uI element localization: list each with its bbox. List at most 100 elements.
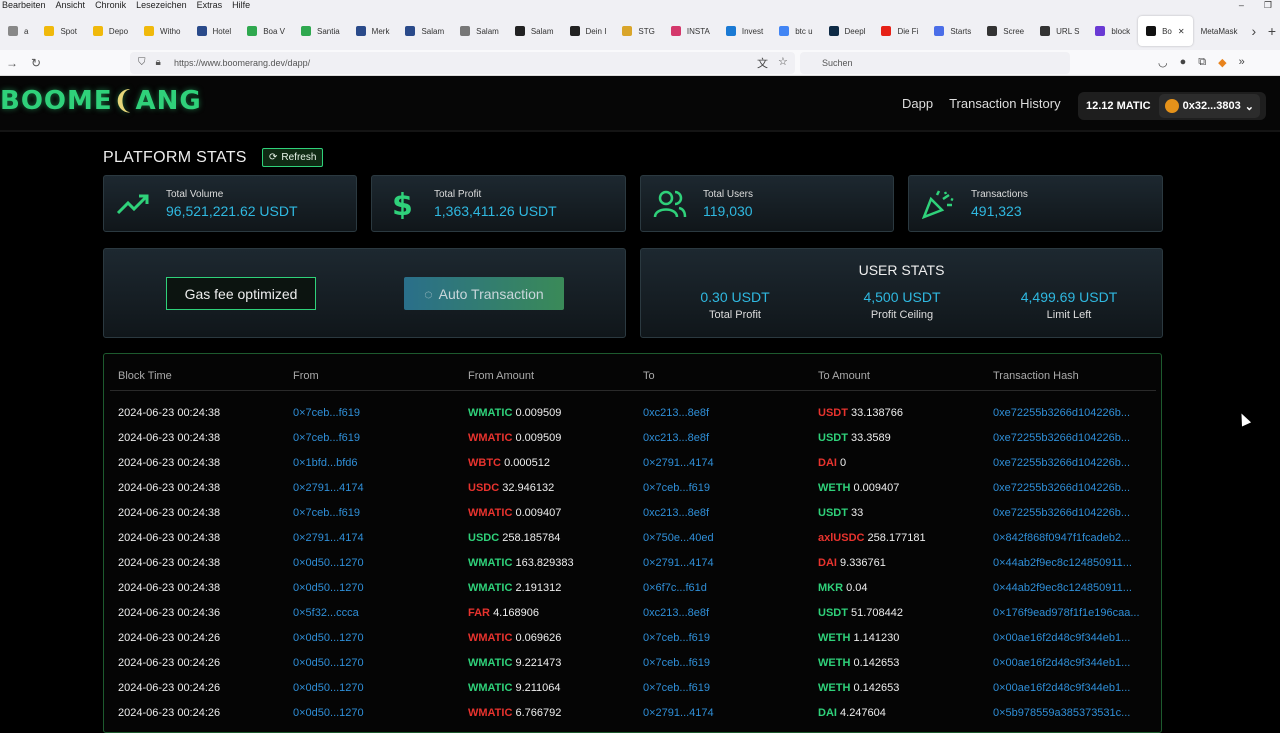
to-address-link[interactable]: 0×2791...4174: [635, 557, 810, 569]
transaction-hash-link[interactable]: 0xe72255b3266d104226b...: [985, 507, 1156, 519]
to-address-link[interactable]: 0×7ceb...f619: [635, 657, 810, 669]
browser-tab[interactable]: Die Fi: [873, 16, 926, 46]
url-bar[interactable]: https://www.boomerang.dev/dapp/: [130, 52, 795, 74]
browser-tab[interactable]: STG: [614, 16, 662, 46]
transaction-hash-link[interactable]: 0xe72255b3266d104226b...: [985, 432, 1156, 444]
nav-dapp[interactable]: Dapp: [902, 96, 933, 111]
to-address-link[interactable]: 0xc213...8e8f: [635, 607, 810, 619]
to-address-link[interactable]: 0×2791...4174: [635, 707, 810, 719]
auto-transaction-button[interactable]: ◌ Auto Transaction: [404, 277, 564, 310]
column-header[interactable]: From Amount: [460, 362, 635, 390]
from-address-link[interactable]: 0×7ceb...f619: [285, 432, 460, 444]
menu-item[interactable]: Lesezeichen: [136, 0, 187, 12]
tab-scroll-and-new-tab-icon[interactable]: › +: [1252, 23, 1277, 39]
boomerang-logo[interactable]: BOOME❨ANG: [0, 86, 202, 116]
browser-tab[interactable]: Spot: [36, 16, 84, 46]
metamask-icon[interactable]: ◆: [1218, 56, 1226, 69]
from-address-link[interactable]: 0×5f32...ccca: [285, 607, 460, 619]
browser-tab[interactable]: Witho: [136, 16, 188, 46]
nav-transaction-history[interactable]: Transaction History: [949, 96, 1061, 111]
column-header[interactable]: Transaction Hash: [985, 362, 1156, 390]
minimize-icon[interactable]: –: [1239, 0, 1244, 12]
overflow-menu-icon[interactable]: »: [1239, 56, 1245, 69]
from-address-link[interactable]: 0×0d50...1270: [285, 557, 460, 569]
extensions-icon[interactable]: ⧉: [1198, 56, 1206, 69]
transaction-hash-link[interactable]: 0xe72255b3266d104226b...: [985, 407, 1156, 419]
from-address-link[interactable]: 0×0d50...1270: [285, 582, 460, 594]
transaction-hash-link[interactable]: 0×44ab2f9ec8c124850911...: [985, 557, 1156, 569]
browser-tab[interactable]: MetaMask: [1193, 16, 1246, 46]
from-address-link[interactable]: 0×2791...4174: [285, 532, 460, 544]
column-header[interactable]: To: [635, 362, 810, 390]
browser-tab[interactable]: Santia: [293, 16, 348, 46]
to-address-link[interactable]: 0×750e...40ed: [635, 532, 810, 544]
browser-tab[interactable]: Depo: [85, 16, 136, 46]
to-address-link[interactable]: 0×6f7c...f61d: [635, 582, 810, 594]
browser-tab[interactable]: Salam: [397, 16, 452, 46]
gas-fee-optimized-button[interactable]: Gas fee optimized: [166, 277, 316, 310]
browser-tab[interactable]: Starts: [926, 16, 979, 46]
column-header[interactable]: From: [285, 362, 460, 390]
wallet-widget[interactable]: 12.12 MATIC 0x32...3803 ⌄: [1078, 92, 1266, 120]
to-address-link[interactable]: 0xc213...8e8f: [635, 432, 810, 444]
from-address-link[interactable]: 0×1bfd...bfd6: [285, 457, 460, 469]
browser-tab[interactable]: btc u: [771, 16, 820, 46]
from-address-link[interactable]: 0×7ceb...f619: [285, 407, 460, 419]
search-input[interactable]: Suchen: [800, 52, 1070, 74]
shield-icon[interactable]: ⛉: [138, 57, 146, 68]
browser-tab[interactable]: INSTA: [663, 16, 718, 46]
browser-tab[interactable]: Deepl: [821, 16, 874, 46]
menu-item[interactable]: Hilfe: [232, 0, 250, 12]
menu-item[interactable]: Extras: [197, 0, 223, 12]
pocket-icon[interactable]: ◡: [1158, 56, 1168, 69]
to-address-link[interactable]: 0×2791...4174: [635, 457, 810, 469]
menu-item[interactable]: Bearbeiten: [2, 0, 46, 12]
to-address-link[interactable]: 0×7ceb...f619: [635, 682, 810, 694]
from-address-link[interactable]: 0×0d50...1270: [285, 707, 460, 719]
to-address-link[interactable]: 0×7ceb...f619: [635, 632, 810, 644]
browser-tab[interactable]: Invest: [718, 16, 771, 46]
restore-icon[interactable]: ❐: [1264, 0, 1272, 12]
to-address-link[interactable]: 0xc213...8e8f: [635, 407, 810, 419]
menu-item[interactable]: Ansicht: [56, 0, 86, 12]
close-tab-icon[interactable]: ✕: [1178, 27, 1185, 36]
transaction-hash-link[interactable]: 0×176f9ead978f1f1e196caa...: [985, 607, 1156, 619]
browser-tab[interactable]: a: [0, 16, 36, 46]
browser-tab[interactable]: Salam: [452, 16, 507, 46]
menu-item[interactable]: Chronik: [95, 0, 126, 12]
browser-tab[interactable]: Boa V: [239, 16, 293, 46]
browser-tab[interactable]: Salam: [507, 16, 562, 46]
to-address-link[interactable]: 0xc213...8e8f: [635, 507, 810, 519]
profile-icon[interactable]: ●: [1180, 56, 1187, 69]
transaction-hash-link[interactable]: 0xe72255b3266d104226b...: [985, 482, 1156, 494]
browser-tab[interactable]: Scree: [979, 16, 1032, 46]
from-address-link[interactable]: 0×0d50...1270: [285, 657, 460, 669]
transaction-hash-link[interactable]: 0×5b978559a385373531c...: [985, 707, 1156, 719]
browser-tab[interactable]: Dein I: [562, 16, 615, 46]
transaction-hash-link[interactable]: 0×00ae16f2d48c9f344eb1...: [985, 632, 1156, 644]
column-header[interactable]: Block Time: [110, 362, 285, 390]
browser-tab[interactable]: Bo ✕: [1138, 16, 1193, 46]
from-address-link[interactable]: 0×0d50...1270: [285, 632, 460, 644]
browser-tab[interactable]: block: [1087, 16, 1138, 46]
browser-tab[interactable]: Hotel: [189, 16, 240, 46]
from-address-link[interactable]: 0×0d50...1270: [285, 682, 460, 694]
refresh-button[interactable]: ⟳ Refresh: [262, 148, 324, 167]
browser-tab[interactable]: Merk: [348, 16, 398, 46]
column-header[interactable]: To Amount: [810, 362, 985, 390]
transaction-hash-link[interactable]: 0×842f868f0947f1fcadeb2...: [985, 532, 1156, 544]
transaction-hash-link[interactable]: 0xe72255b3266d104226b...: [985, 457, 1156, 469]
transaction-hash-link[interactable]: 0×00ae16f2d48c9f344eb1...: [985, 657, 1156, 669]
bookmark-star-icon[interactable]: ☆: [778, 55, 788, 71]
to-address-link[interactable]: 0×7ceb...f619: [635, 482, 810, 494]
from-address-link[interactable]: 0×2791...4174: [285, 482, 460, 494]
reload-icon[interactable]: ↻: [24, 56, 48, 70]
translate-icon[interactable]: 文: [757, 55, 768, 71]
transaction-hash-link[interactable]: 0×00ae16f2d48c9f344eb1...: [985, 682, 1156, 694]
forward-icon[interactable]: →: [0, 56, 24, 70]
wallet-address-button[interactable]: 0x32...3803 ⌄: [1158, 94, 1260, 118]
from-address-link[interactable]: 0×7ceb...f619: [285, 507, 460, 519]
browser-tab[interactable]: URL S: [1032, 16, 1087, 46]
lock-icon[interactable]: 🔒︎: [156, 57, 161, 68]
transaction-hash-link[interactable]: 0×44ab2f9ec8c124850911...: [985, 582, 1156, 594]
